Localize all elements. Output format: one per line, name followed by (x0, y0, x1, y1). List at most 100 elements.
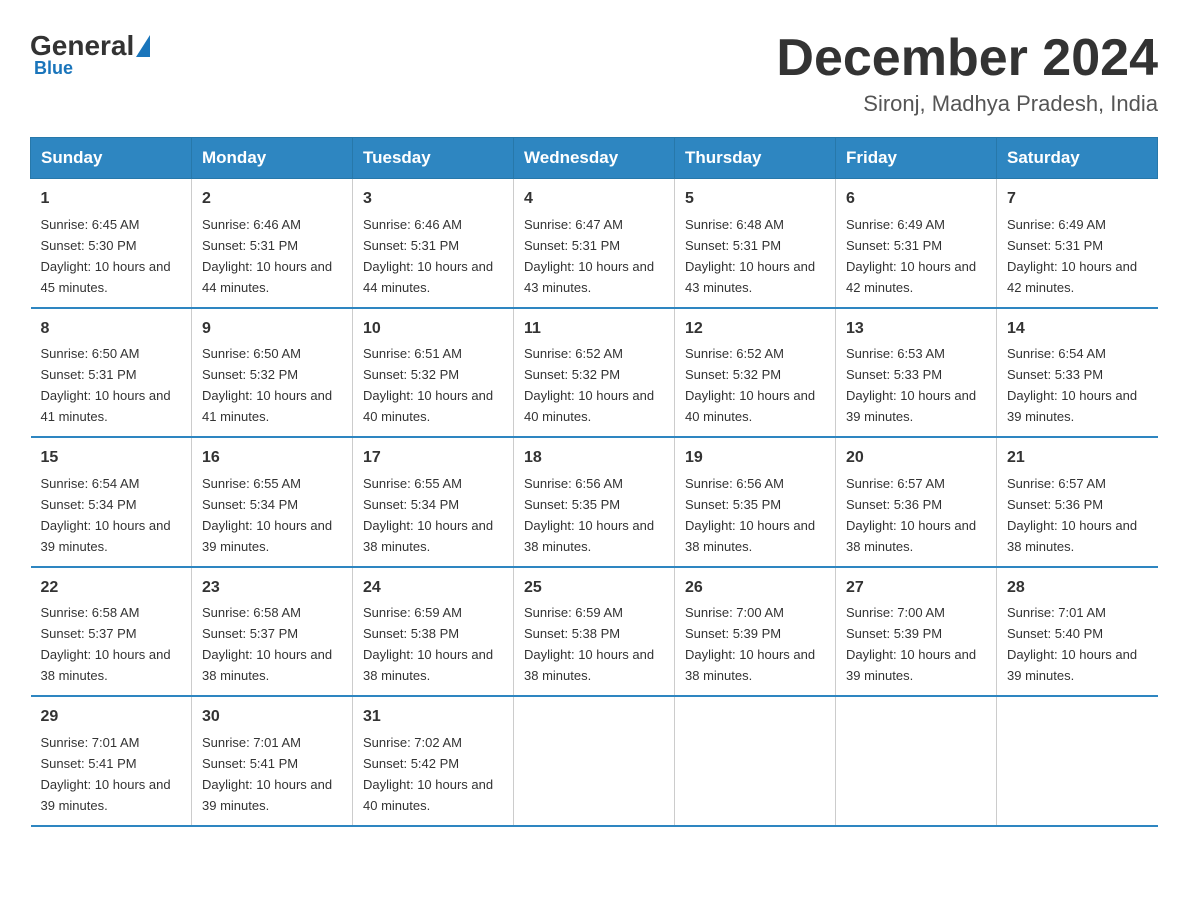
day-number: 6 (846, 187, 986, 212)
day-info: Sunrise: 7:01 AMSunset: 5:40 PMDaylight:… (1007, 605, 1137, 683)
day-info: Sunrise: 7:01 AMSunset: 5:41 PMDaylight:… (202, 735, 332, 813)
calendar-cell: 15 Sunrise: 6:54 AMSunset: 5:34 PMDaylig… (31, 437, 192, 566)
day-info: Sunrise: 6:54 AMSunset: 5:33 PMDaylight:… (1007, 346, 1137, 424)
calendar-cell: 9 Sunrise: 6:50 AMSunset: 5:32 PMDayligh… (192, 308, 353, 437)
day-info: Sunrise: 7:02 AMSunset: 5:42 PMDaylight:… (363, 735, 493, 813)
day-info: Sunrise: 6:48 AMSunset: 5:31 PMDaylight:… (685, 217, 815, 295)
calendar-cell: 21 Sunrise: 6:57 AMSunset: 5:36 PMDaylig… (997, 437, 1158, 566)
day-number: 25 (524, 576, 664, 601)
day-number: 27 (846, 576, 986, 601)
calendar-cell (997, 696, 1158, 825)
calendar-cell: 24 Sunrise: 6:59 AMSunset: 5:38 PMDaylig… (353, 567, 514, 696)
day-info: Sunrise: 6:53 AMSunset: 5:33 PMDaylight:… (846, 346, 976, 424)
day-number: 29 (41, 705, 182, 730)
day-info: Sunrise: 6:59 AMSunset: 5:38 PMDaylight:… (524, 605, 654, 683)
day-info: Sunrise: 6:47 AMSunset: 5:31 PMDaylight:… (524, 217, 654, 295)
day-info: Sunrise: 6:50 AMSunset: 5:31 PMDaylight:… (41, 346, 171, 424)
day-number: 30 (202, 705, 342, 730)
col-friday: Friday (836, 138, 997, 179)
day-number: 12 (685, 317, 825, 342)
day-info: Sunrise: 7:00 AMSunset: 5:39 PMDaylight:… (846, 605, 976, 683)
day-info: Sunrise: 6:49 AMSunset: 5:31 PMDaylight:… (846, 217, 976, 295)
day-number: 8 (41, 317, 182, 342)
calendar-subtitle: Sironj, Madhya Pradesh, India (776, 91, 1158, 117)
day-info: Sunrise: 7:01 AMSunset: 5:41 PMDaylight:… (41, 735, 171, 813)
calendar-cell (675, 696, 836, 825)
day-number: 10 (363, 317, 503, 342)
logo-triangle-icon (136, 35, 150, 57)
calendar-cell: 14 Sunrise: 6:54 AMSunset: 5:33 PMDaylig… (997, 308, 1158, 437)
logo: General Blue (30, 30, 152, 79)
col-saturday: Saturday (997, 138, 1158, 179)
day-number: 26 (685, 576, 825, 601)
day-number: 19 (685, 446, 825, 471)
calendar-cell: 1 Sunrise: 6:45 AMSunset: 5:30 PMDayligh… (31, 179, 192, 308)
calendar-week-3: 15 Sunrise: 6:54 AMSunset: 5:34 PMDaylig… (31, 437, 1158, 566)
calendar-cell: 7 Sunrise: 6:49 AMSunset: 5:31 PMDayligh… (997, 179, 1158, 308)
calendar-title: December 2024 (776, 30, 1158, 87)
day-number: 1 (41, 187, 182, 212)
day-info: Sunrise: 6:51 AMSunset: 5:32 PMDaylight:… (363, 346, 493, 424)
calendar-cell: 28 Sunrise: 7:01 AMSunset: 5:40 PMDaylig… (997, 567, 1158, 696)
day-number: 11 (524, 317, 664, 342)
calendar-cell: 12 Sunrise: 6:52 AMSunset: 5:32 PMDaylig… (675, 308, 836, 437)
calendar-cell: 22 Sunrise: 6:58 AMSunset: 5:37 PMDaylig… (31, 567, 192, 696)
day-info: Sunrise: 6:50 AMSunset: 5:32 PMDaylight:… (202, 346, 332, 424)
calendar-cell: 10 Sunrise: 6:51 AMSunset: 5:32 PMDaylig… (353, 308, 514, 437)
calendar-cell: 19 Sunrise: 6:56 AMSunset: 5:35 PMDaylig… (675, 437, 836, 566)
day-number: 28 (1007, 576, 1148, 601)
col-monday: Monday (192, 138, 353, 179)
day-number: 17 (363, 446, 503, 471)
day-info: Sunrise: 6:59 AMSunset: 5:38 PMDaylight:… (363, 605, 493, 683)
day-number: 24 (363, 576, 503, 601)
col-tuesday: Tuesday (353, 138, 514, 179)
calendar-cell: 4 Sunrise: 6:47 AMSunset: 5:31 PMDayligh… (514, 179, 675, 308)
calendar-cell: 27 Sunrise: 7:00 AMSunset: 5:39 PMDaylig… (836, 567, 997, 696)
day-info: Sunrise: 6:52 AMSunset: 5:32 PMDaylight:… (685, 346, 815, 424)
calendar-cell: 8 Sunrise: 6:50 AMSunset: 5:31 PMDayligh… (31, 308, 192, 437)
day-info: Sunrise: 6:58 AMSunset: 5:37 PMDaylight:… (202, 605, 332, 683)
calendar-cell: 29 Sunrise: 7:01 AMSunset: 5:41 PMDaylig… (31, 696, 192, 825)
day-number: 13 (846, 317, 986, 342)
calendar-cell (836, 696, 997, 825)
page-header: General Blue December 2024 Sironj, Madhy… (30, 30, 1158, 117)
calendar-week-4: 22 Sunrise: 6:58 AMSunset: 5:37 PMDaylig… (31, 567, 1158, 696)
calendar-week-5: 29 Sunrise: 7:01 AMSunset: 5:41 PMDaylig… (31, 696, 1158, 825)
calendar-cell: 23 Sunrise: 6:58 AMSunset: 5:37 PMDaylig… (192, 567, 353, 696)
day-info: Sunrise: 7:00 AMSunset: 5:39 PMDaylight:… (685, 605, 815, 683)
calendar-week-1: 1 Sunrise: 6:45 AMSunset: 5:30 PMDayligh… (31, 179, 1158, 308)
day-number: 15 (41, 446, 182, 471)
day-number: 31 (363, 705, 503, 730)
calendar-cell: 16 Sunrise: 6:55 AMSunset: 5:34 PMDaylig… (192, 437, 353, 566)
calendar-cell: 3 Sunrise: 6:46 AMSunset: 5:31 PMDayligh… (353, 179, 514, 308)
calendar-cell: 25 Sunrise: 6:59 AMSunset: 5:38 PMDaylig… (514, 567, 675, 696)
logo-subtitle: Blue (34, 58, 73, 79)
day-info: Sunrise: 6:45 AMSunset: 5:30 PMDaylight:… (41, 217, 171, 295)
day-number: 22 (41, 576, 182, 601)
day-number: 16 (202, 446, 342, 471)
day-info: Sunrise: 6:55 AMSunset: 5:34 PMDaylight:… (202, 476, 332, 554)
calendar-cell: 17 Sunrise: 6:55 AMSunset: 5:34 PMDaylig… (353, 437, 514, 566)
day-info: Sunrise: 6:46 AMSunset: 5:31 PMDaylight:… (202, 217, 332, 295)
col-thursday: Thursday (675, 138, 836, 179)
day-number: 9 (202, 317, 342, 342)
day-number: 5 (685, 187, 825, 212)
title-section: December 2024 Sironj, Madhya Pradesh, In… (776, 30, 1158, 117)
day-number: 18 (524, 446, 664, 471)
calendar-cell (514, 696, 675, 825)
day-info: Sunrise: 6:57 AMSunset: 5:36 PMDaylight:… (1007, 476, 1137, 554)
day-number: 4 (524, 187, 664, 212)
calendar-cell: 11 Sunrise: 6:52 AMSunset: 5:32 PMDaylig… (514, 308, 675, 437)
calendar-cell: 13 Sunrise: 6:53 AMSunset: 5:33 PMDaylig… (836, 308, 997, 437)
day-number: 3 (363, 187, 503, 212)
calendar-cell: 2 Sunrise: 6:46 AMSunset: 5:31 PMDayligh… (192, 179, 353, 308)
day-number: 14 (1007, 317, 1148, 342)
col-wednesday: Wednesday (514, 138, 675, 179)
day-info: Sunrise: 6:56 AMSunset: 5:35 PMDaylight:… (685, 476, 815, 554)
day-number: 7 (1007, 187, 1148, 212)
day-number: 23 (202, 576, 342, 601)
day-info: Sunrise: 6:52 AMSunset: 5:32 PMDaylight:… (524, 346, 654, 424)
calendar-cell: 18 Sunrise: 6:56 AMSunset: 5:35 PMDaylig… (514, 437, 675, 566)
calendar-week-2: 8 Sunrise: 6:50 AMSunset: 5:31 PMDayligh… (31, 308, 1158, 437)
col-sunday: Sunday (31, 138, 192, 179)
